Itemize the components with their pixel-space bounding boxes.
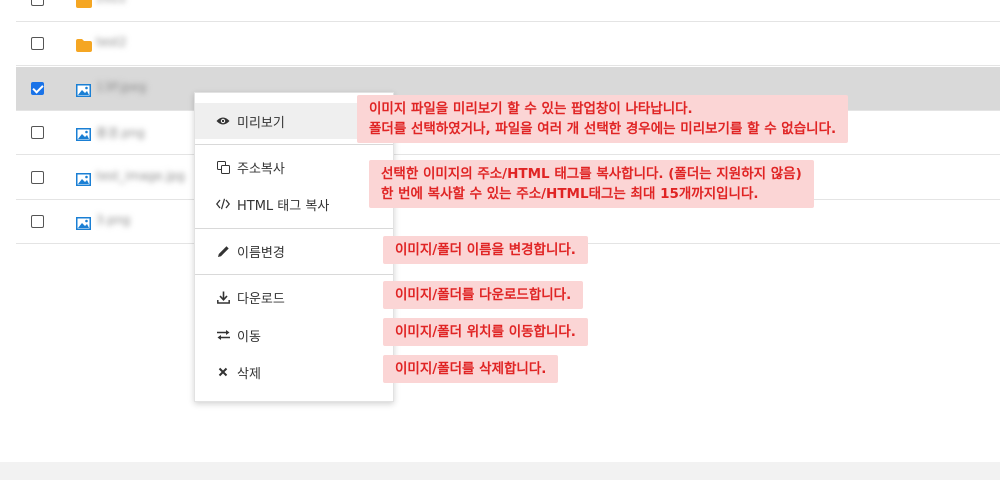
menu-divider bbox=[195, 274, 393, 275]
row-checkbox[interactable] bbox=[31, 126, 44, 139]
menu-divider bbox=[195, 228, 393, 229]
menu-item-label: 이동 bbox=[237, 329, 261, 345]
row-checkbox[interactable] bbox=[31, 0, 44, 6]
file-row[interactable]: 2022 bbox=[16, 0, 1000, 22]
footer-bar bbox=[0, 462, 1000, 480]
folder-icon bbox=[76, 0, 92, 12]
annotation-line: 이미지/폴더를 삭제합니다. bbox=[395, 361, 547, 377]
menu-item-label: 삭제 bbox=[237, 366, 261, 382]
menu-item-label: 이름변경 bbox=[237, 245, 285, 261]
file-name[interactable]: 13P.jpeg bbox=[96, 80, 146, 94]
copy-icon bbox=[215, 159, 231, 175]
annotation-line: 이미지/폴더를 다운로드합니다. bbox=[395, 287, 572, 303]
menu-item-label: HTML 태그 복사 bbox=[237, 198, 330, 214]
image-icon bbox=[76, 82, 91, 101]
swap-arrows-icon bbox=[215, 327, 231, 343]
row-checkbox[interactable] bbox=[31, 171, 44, 184]
menu-item-label: 다운로드 bbox=[237, 291, 285, 307]
image-icon bbox=[76, 215, 91, 234]
menu-divider bbox=[195, 144, 393, 145]
download-icon bbox=[215, 289, 231, 305]
menu-item-rename[interactable]: 이름변경 bbox=[195, 233, 393, 269]
folder-icon bbox=[76, 37, 92, 56]
menu-item-copy-address[interactable]: 주소복사 bbox=[195, 149, 393, 185]
menu-item-label: 미리보기 bbox=[237, 115, 285, 131]
menu-item-move[interactable]: 이동 bbox=[195, 317, 393, 353]
annotation-delete: 이미지/폴더를 삭제합니다. bbox=[383, 355, 559, 383]
pencil-icon bbox=[215, 243, 231, 259]
file-name[interactable]: test2 bbox=[96, 35, 127, 49]
annotation-preview: 이미지 파일을 미리보기 할 수 있는 팝업창이 나타납니다. 폴더를 선택하였… bbox=[357, 95, 849, 143]
code-icon bbox=[215, 196, 231, 212]
file-name[interactable]: 풍경.png bbox=[96, 124, 145, 141]
menu-item-delete[interactable]: 삭제 bbox=[195, 354, 393, 390]
annotation-line: 한 번에 복사할 수 있는 주소/HTML태그는 최대 15개까지입니다. bbox=[381, 186, 759, 202]
menu-item-copy-html[interactable]: HTML 태그 복사 bbox=[195, 186, 393, 222]
menu-item-download[interactable]: 다운로드 bbox=[195, 279, 393, 315]
eye-icon bbox=[215, 113, 231, 129]
annotation-line: 이미지/폴더 이름을 변경합니다. bbox=[395, 242, 576, 258]
annotation-copy: 선택한 이미지의 주소/HTML 태그를 복사합니다. (폴더는 지원하지 않음… bbox=[369, 160, 814, 208]
image-icon bbox=[76, 126, 91, 145]
annotation-rename: 이미지/폴더 이름을 변경합니다. bbox=[383, 236, 588, 264]
annotation-move: 이미지/폴더 위치를 이동합니다. bbox=[383, 318, 588, 346]
row-checkbox[interactable] bbox=[31, 215, 44, 228]
file-name[interactable]: 2022 bbox=[96, 0, 127, 5]
row-checkbox[interactable] bbox=[31, 37, 44, 50]
annotation-download: 이미지/폴더를 다운로드합니다. bbox=[383, 281, 584, 309]
menu-item-label: 주소복사 bbox=[237, 161, 285, 177]
annotation-line: 이미지 파일을 미리보기 할 수 있는 팝업창이 나타납니다. bbox=[369, 101, 693, 117]
close-icon bbox=[215, 364, 231, 380]
file-name[interactable]: test_image.jpg bbox=[96, 169, 185, 183]
file-row[interactable]: test2 bbox=[16, 22, 1000, 66]
row-checkbox[interactable] bbox=[31, 82, 44, 95]
file-name[interactable]: 3.png bbox=[96, 213, 130, 227]
annotation-line: 이미지/폴더 위치를 이동합니다. bbox=[395, 324, 576, 340]
image-icon bbox=[76, 171, 91, 190]
annotation-line: 선택한 이미지의 주소/HTML 태그를 복사합니다. (폴더는 지원하지 않음… bbox=[381, 166, 802, 182]
annotation-line: 폴더를 선택하였거나, 파일을 여러 개 선택한 경우에는 미리보기를 할 수 … bbox=[369, 121, 837, 137]
